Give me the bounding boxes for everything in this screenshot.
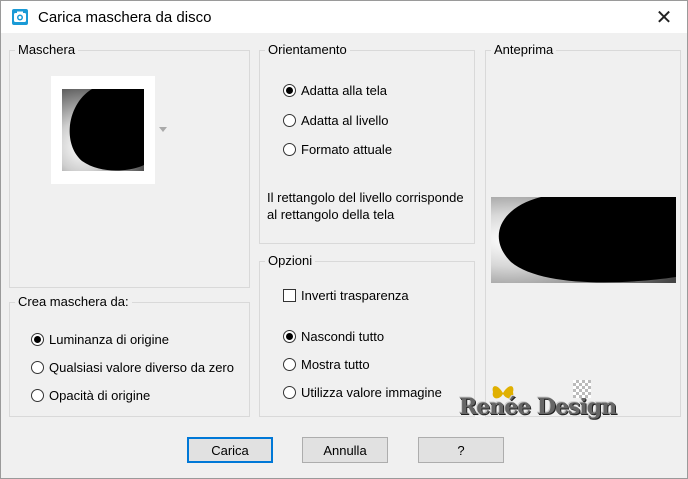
radio-label: Adatta al livello <box>301 113 389 128</box>
orientation-description: Il rettangolo del livello corrisponde al… <box>267 190 464 222</box>
checkbox-label: Inverti trasparenza <box>301 288 409 303</box>
radio-label: Utilizza valore immagine <box>301 385 442 400</box>
camera-app-icon <box>12 9 28 25</box>
close-icon: ✕ <box>655 6 673 29</box>
radio-opacity[interactable]: Opacità di origine <box>31 388 150 403</box>
mask-preview-graphic <box>62 89 144 171</box>
radio-label: Adatta alla tela <box>301 83 388 98</box>
watermark-logo: Renée Design <box>459 394 617 420</box>
radio-luminance[interactable]: Luminanza di origine <box>31 332 169 347</box>
radio-label: Opacità di origine <box>49 388 151 403</box>
radio-label: Formato attuale <box>301 142 393 157</box>
cancel-button[interactable]: Annulla <box>302 437 388 463</box>
create-mask-group-label: Crea maschera da: <box>15 294 132 310</box>
help-button[interactable]: ? <box>418 437 504 463</box>
radio-show-all[interactable]: Mostra tutto <box>283 357 370 372</box>
radio-button[interactable] <box>283 358 296 371</box>
chevron-down-icon[interactable] <box>159 127 167 132</box>
mask-group-label: Maschera <box>15 42 79 58</box>
radio-hide-all[interactable]: Nascondi tutto <box>283 329 384 344</box>
options-group-label: Opzioni <box>265 253 316 269</box>
radio-fit-layer[interactable]: Adatta al livello <box>283 113 388 128</box>
radio-label: Qualsiasi valore diverso da zero <box>49 360 234 375</box>
invert-transparency-checkbox[interactable]: Inverti trasparenza <box>283 288 409 303</box>
radio-button[interactable] <box>283 84 296 97</box>
close-button[interactable]: ✕ <box>641 1 687 33</box>
radio-button[interactable] <box>31 361 44 374</box>
radio-button[interactable] <box>283 386 296 399</box>
radio-nonzero[interactable]: Qualsiasi valore diverso da zero <box>31 360 234 375</box>
window-title: Carica maschera da disco <box>38 9 212 26</box>
radio-current-format[interactable]: Formato attuale <box>283 142 392 157</box>
radio-label: Luminanza di origine <box>49 332 169 347</box>
radio-label: Nascondi tutto <box>301 329 385 344</box>
orientation-group-label: Orientamento <box>265 42 350 58</box>
radio-button[interactable] <box>31 333 44 346</box>
radio-fit-canvas[interactable]: Adatta alla tela <box>283 83 387 98</box>
preview-group-label: Anteprima <box>491 42 557 58</box>
mask-thumbnail-dropdown[interactable] <box>51 76 155 184</box>
mask-image <box>62 89 144 171</box>
radio-button[interactable] <box>31 389 44 402</box>
load-button[interactable]: Carica <box>187 437 273 463</box>
radio-button[interactable] <box>283 330 296 343</box>
title-bar: Carica maschera da disco ✕ <box>1 1 687 33</box>
dialog-window: Carica maschera da disco ✕ Maschera Crea… <box>0 0 688 479</box>
preview-image <box>491 197 676 283</box>
checkbox[interactable] <box>283 289 296 302</box>
radio-label: Mostra tutto <box>301 357 370 372</box>
radio-use-image-value[interactable]: Utilizza valore immagine <box>283 385 442 400</box>
radio-button[interactable] <box>283 143 296 156</box>
checkerboard-icon <box>573 380 591 398</box>
preview-graphic <box>491 197 676 283</box>
radio-button[interactable] <box>283 114 296 127</box>
